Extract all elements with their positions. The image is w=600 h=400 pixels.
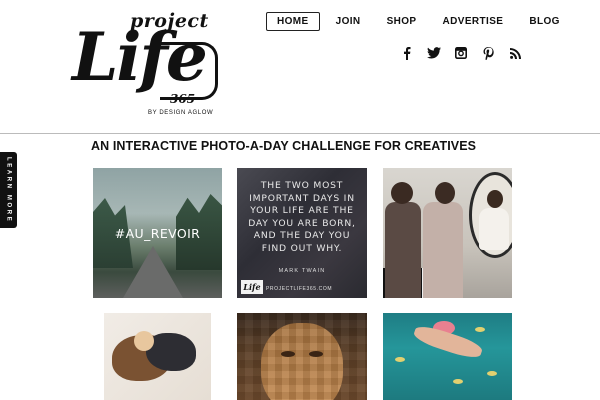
main-nav: HOME JOIN SHOP ADVERTISE BLOG bbox=[266, 12, 576, 31]
photo-tile-au-revoir[interactable]: #AU_REVOIR bbox=[93, 168, 222, 298]
learn-more-label: LEARN MORE bbox=[5, 156, 12, 224]
pinterest-icon[interactable] bbox=[481, 46, 495, 60]
photo-tile-quote[interactable]: THE TWO MOST IMPORTANT DAYS IN YOUR LIFE… bbox=[237, 168, 367, 298]
site-logo[interactable]: project Life 365 BY DESIGN AGLOW bbox=[72, 10, 222, 122]
facebook-icon[interactable] bbox=[400, 46, 414, 60]
tile-fish bbox=[487, 371, 497, 376]
logo-life: Life bbox=[72, 18, 208, 96]
nav-home[interactable]: HOME bbox=[266, 12, 320, 31]
nav-shop[interactable]: SHOP bbox=[377, 13, 427, 30]
tile-reflection bbox=[479, 208, 509, 250]
photo-tile-underwater[interactable] bbox=[383, 313, 512, 400]
photo-tile-mirror[interactable] bbox=[383, 168, 512, 298]
nav-advertise[interactable]: ADVERTISE bbox=[433, 13, 514, 30]
tile-reflection-head bbox=[487, 190, 503, 208]
tile-person-2-head bbox=[435, 182, 455, 204]
instagram-icon[interactable] bbox=[454, 46, 468, 60]
tile-road bbox=[123, 246, 183, 298]
tile-url: PROJECTLIFE365.COM bbox=[266, 286, 333, 292]
tile-fish bbox=[395, 357, 405, 362]
nav-join[interactable]: JOIN bbox=[326, 13, 371, 30]
twitter-icon[interactable] bbox=[427, 46, 441, 60]
tile-eye-left bbox=[281, 351, 295, 357]
tile-logo: Life bbox=[241, 280, 263, 294]
rss-icon[interactable] bbox=[508, 46, 522, 60]
tile-overlay-text: #AU_REVOIR bbox=[114, 226, 201, 241]
tile-fish bbox=[475, 327, 485, 332]
photo-tile-child-dog[interactable] bbox=[104, 313, 211, 400]
logo-byline: BY DESIGN AGLOW bbox=[148, 110, 214, 116]
social-links bbox=[400, 46, 535, 60]
tile-child-head bbox=[134, 331, 154, 351]
tile-quote-text: THE TWO MOST IMPORTANT DAYS IN YOUR LIFE… bbox=[248, 180, 356, 254]
tile-quote-author: MARK TWAIN bbox=[278, 268, 326, 274]
tile-person-1 bbox=[385, 202, 421, 298]
tile-face bbox=[261, 323, 343, 400]
nav-blog[interactable]: BLOG bbox=[519, 13, 570, 30]
photo-tile-pixel-portrait[interactable] bbox=[237, 313, 367, 400]
logo-number: 365 bbox=[170, 92, 196, 106]
learn-more-tab[interactable]: LEARN MORE bbox=[0, 152, 17, 228]
tile-person-2 bbox=[423, 202, 463, 298]
header-divider bbox=[0, 133, 600, 134]
tile-person-1-head bbox=[391, 182, 413, 204]
page-tagline: AN INTERACTIVE PHOTO-A-DAY CHALLENGE FOR… bbox=[91, 139, 477, 153]
tile-fish bbox=[453, 379, 463, 384]
tile-eye-right bbox=[309, 351, 323, 357]
